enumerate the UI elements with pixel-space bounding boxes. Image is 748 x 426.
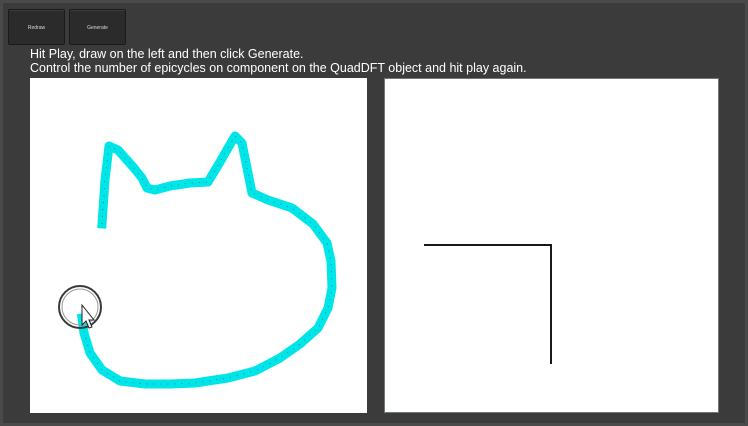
- window-border-top: [0, 0, 748, 3]
- drawing-canvas[interactable]: [30, 78, 367, 413]
- output-canvas: [384, 78, 719, 413]
- drawing-svg: [58, 131, 337, 389]
- drawn-cat-stroke: [76, 131, 337, 389]
- window-border-left: [0, 0, 3, 426]
- redraw-button[interactable]: Redraw: [8, 9, 65, 45]
- instruction-line-1: Hit Play, draw on the left and then clic…: [30, 47, 304, 61]
- output-svg: [424, 244, 552, 364]
- epicycle-output-line: [424, 244, 552, 364]
- instruction-line-2: Control the number of epicycles on compo…: [30, 61, 527, 75]
- generate-button[interactable]: Generate: [69, 9, 126, 45]
